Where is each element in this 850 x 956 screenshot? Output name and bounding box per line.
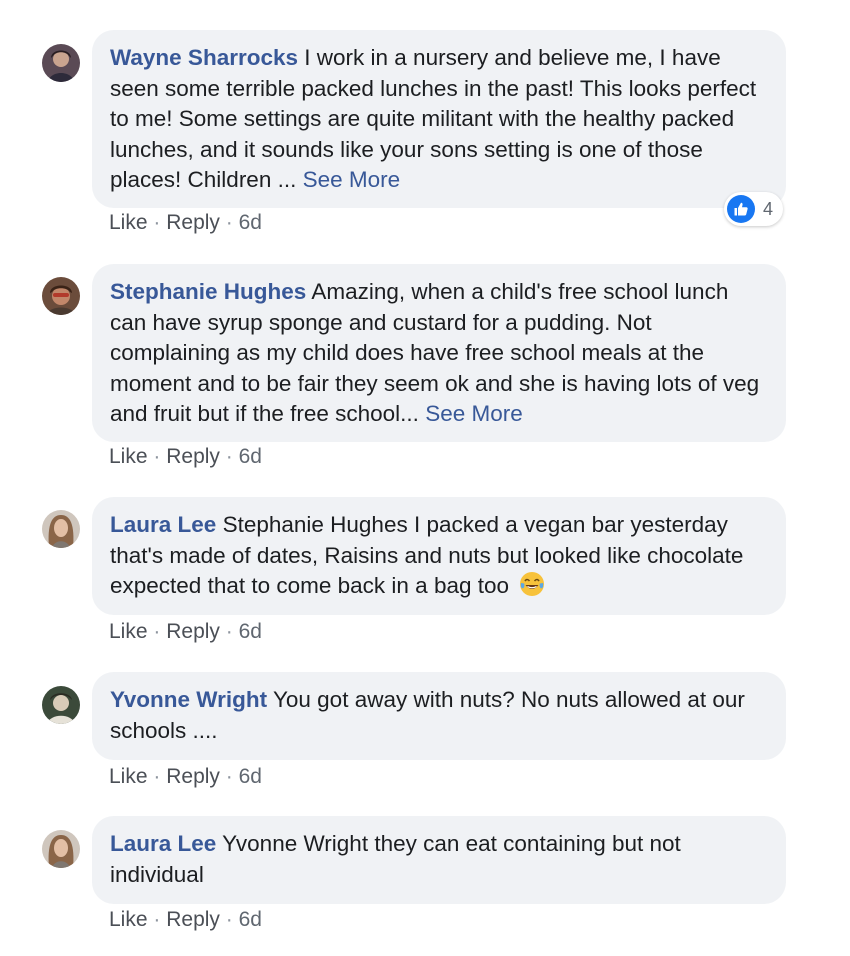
- comment-bubble: Stephanie Hughes Amazing, when a child's…: [92, 264, 786, 442]
- separator: ·: [153, 620, 161, 643]
- like-icon: [727, 195, 755, 223]
- reaction-count: 4: [763, 198, 774, 219]
- author-name[interactable]: Stephanie Hughes: [110, 279, 306, 304]
- reply-button[interactable]: Reply: [166, 620, 220, 643]
- comment-actions: Like · Reply · 6d: [109, 765, 262, 789]
- comment-actions: Like · Reply · 6d: [109, 908, 262, 932]
- reply-button[interactable]: Reply: [166, 908, 220, 931]
- reaction-count-badge[interactable]: 4: [724, 192, 784, 226]
- separator: ·: [153, 445, 161, 468]
- see-more-link[interactable]: See More: [425, 401, 523, 426]
- like-button[interactable]: Like: [109, 445, 148, 468]
- reply-button[interactable]: Reply: [166, 445, 220, 468]
- author-name[interactable]: Wayne Sharrocks: [110, 45, 298, 70]
- timestamp[interactable]: 6d: [239, 620, 262, 643]
- separator: ·: [153, 908, 161, 931]
- timestamp[interactable]: 6d: [239, 445, 262, 468]
- comment-actions: Like · Reply · 6d: [109, 445, 262, 469]
- comment-actions: Like · Reply · 6d: [109, 620, 262, 644]
- separator: ·: [225, 211, 233, 234]
- see-more-link[interactable]: See More: [303, 167, 401, 192]
- separator: ·: [225, 908, 233, 931]
- comment-bubble: Laura Lee Yvonne Wright they can eat con…: [92, 816, 786, 904]
- avatar[interactable]: [42, 830, 80, 868]
- comment-actions: Like · Reply · 6d: [109, 211, 262, 235]
- like-button[interactable]: Like: [109, 211, 148, 234]
- comment-bubble: Laura Lee Stephanie Hughes I packed a ve…: [92, 497, 786, 615]
- timestamp[interactable]: 6d: [239, 765, 262, 788]
- comment-bubble: Yvonne Wright You got away with nuts? No…: [92, 672, 786, 760]
- avatar[interactable]: [42, 510, 80, 548]
- comment-bubble: Wayne Sharrocks I work in a nursery and …: [92, 30, 786, 208]
- timestamp[interactable]: 6d: [239, 211, 262, 234]
- avatar[interactable]: [42, 44, 80, 82]
- timestamp[interactable]: 6d: [239, 908, 262, 931]
- like-button[interactable]: Like: [109, 908, 148, 931]
- like-button[interactable]: Like: [109, 620, 148, 643]
- reply-button[interactable]: Reply: [166, 211, 220, 234]
- separator: ·: [225, 620, 233, 643]
- avatar[interactable]: [42, 686, 80, 724]
- separator: ·: [225, 445, 233, 468]
- separator: ·: [153, 765, 161, 788]
- separator: ·: [225, 765, 233, 788]
- author-name[interactable]: Yvonne Wright: [110, 687, 267, 712]
- reply-button[interactable]: Reply: [166, 765, 220, 788]
- like-button[interactable]: Like: [109, 765, 148, 788]
- separator: ·: [153, 211, 161, 234]
- avatar[interactable]: [42, 277, 80, 315]
- tears-of-joy-emoji: [520, 572, 545, 597]
- author-name[interactable]: Laura Lee: [110, 512, 216, 537]
- author-name[interactable]: Laura Lee: [110, 831, 216, 856]
